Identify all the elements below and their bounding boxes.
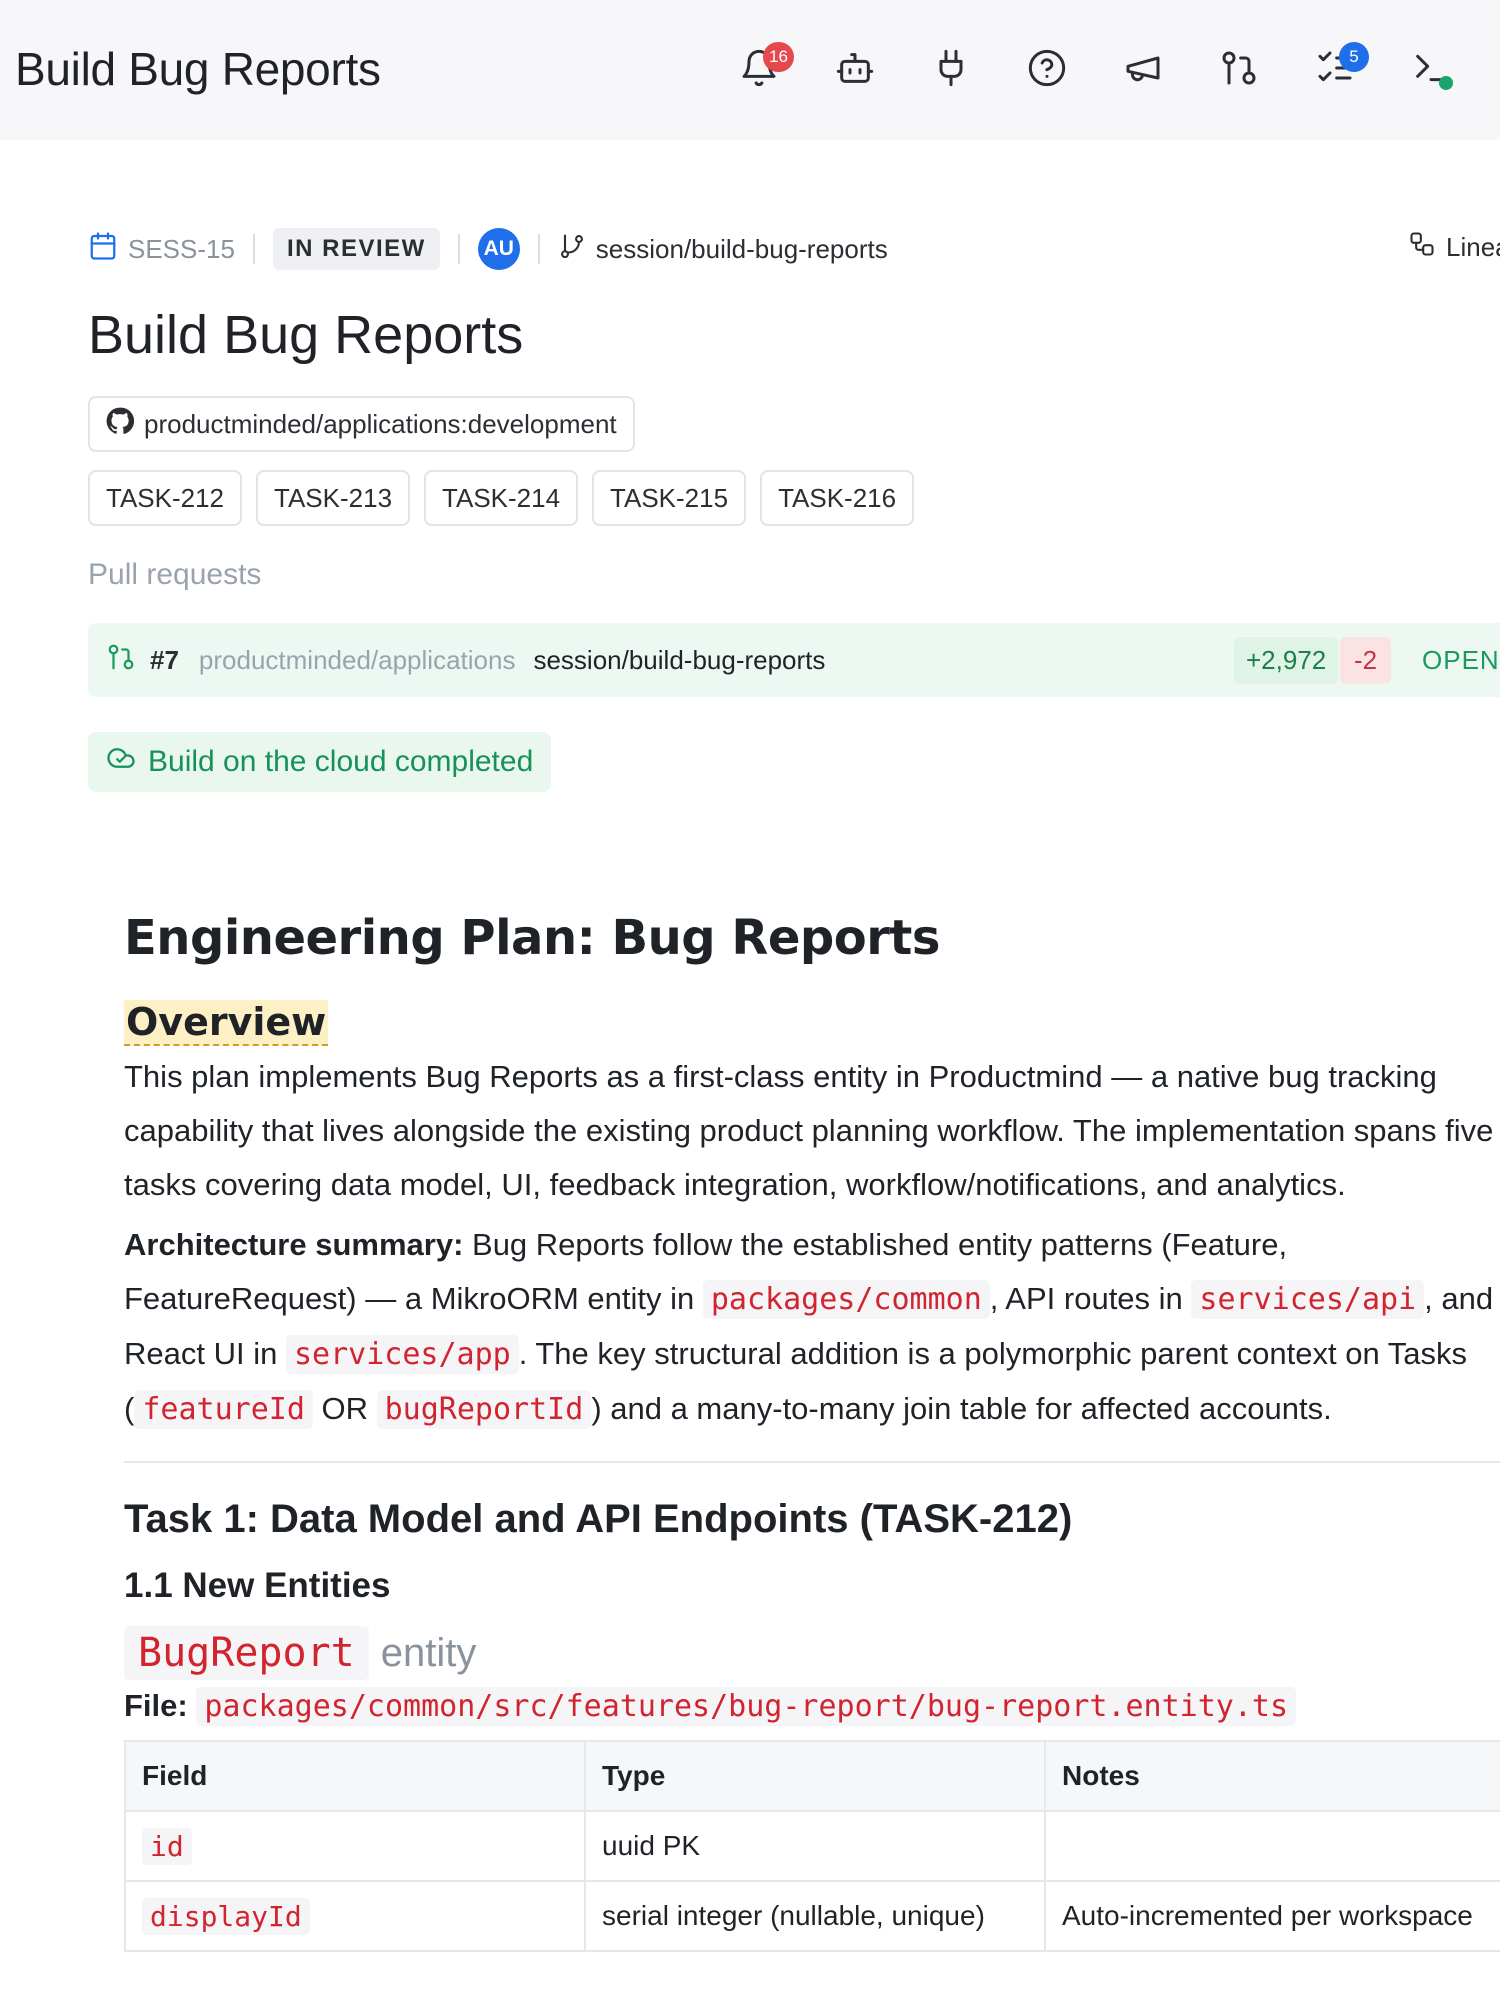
task-chip[interactable]: TASK-214 xyxy=(424,470,579,526)
column-header: Notes xyxy=(1044,1740,1500,1812)
github-icon xyxy=(106,407,135,442)
plug-icon xyxy=(931,48,971,93)
branch-name: session/build-bug-reports xyxy=(595,233,888,264)
divider xyxy=(457,234,460,264)
table-cell: displayId xyxy=(124,1880,586,1952)
help-icon xyxy=(1027,48,1067,93)
pr-additions: +2,972 xyxy=(1234,637,1339,684)
tasks-badge: 5 xyxy=(1339,42,1369,72)
linear-label: Linea xyxy=(1446,232,1500,262)
pull-requests-label: Pull requests xyxy=(88,558,262,591)
pr-repo: productminded/applications xyxy=(198,644,516,675)
avatar[interactable]: AU xyxy=(477,228,520,270)
doc-title: Engineering Plan: Bug Reports xyxy=(124,910,940,966)
repo-chip[interactable]: productminded/applications:development xyxy=(88,396,635,452)
inline-code: services/app xyxy=(285,1335,519,1374)
task-chip[interactable]: TASK-213 xyxy=(256,470,411,526)
task-chips: TASK-212 TASK-213 TASK-214 TASK-215 TASK… xyxy=(88,470,915,526)
table-cell: serial integer (nullable, unique) xyxy=(584,1880,1046,1952)
pr-deletions: -2 xyxy=(1340,637,1392,684)
pull-request-row[interactable]: #7 productminded/applications session/bu… xyxy=(88,623,1500,697)
overview-paragraph: This plan implements Bug Reports as a fi… xyxy=(124,1059,1494,1202)
pr-branch: session/build-bug-reports xyxy=(533,644,826,675)
table-row: id uuid PK xyxy=(124,1810,1500,1882)
branch-link[interactable]: session/build-bug-reports xyxy=(558,232,888,267)
architecture-text: , API routes in xyxy=(989,1281,1192,1316)
pull-requests-button[interactable] xyxy=(1207,38,1271,102)
section-heading: 1.1 New Entities xyxy=(124,1566,391,1605)
engineering-plan-document: Engineering Plan: Bug Reports Overview T… xyxy=(124,910,1500,1952)
overview-heading[interactable]: Overview xyxy=(124,1000,329,1046)
divider xyxy=(252,234,255,264)
table-cell: uuid PK xyxy=(584,1810,1046,1882)
task-chip[interactable]: TASK-216 xyxy=(760,470,915,526)
inline-code: featureId xyxy=(134,1390,313,1429)
table-row: displayId serial integer (nullable, uniq… xyxy=(124,1880,1500,1952)
pr-number: #7 xyxy=(150,644,179,675)
megaphone-icon xyxy=(1123,48,1163,93)
terminal-button[interactable] xyxy=(1399,38,1463,102)
build-status-label: Build on the cloud completed xyxy=(148,745,534,778)
app-title: Build Bug Reports xyxy=(15,43,381,95)
git-branch-icon xyxy=(558,232,586,267)
calendar-icon xyxy=(88,231,118,268)
architecture-label: Architecture summary: xyxy=(124,1227,464,1262)
notifications-button[interactable]: 16 xyxy=(727,38,794,102)
repo-name: productminded/applications:development xyxy=(144,408,617,439)
git-pull-request-icon xyxy=(106,642,136,679)
top-bar: Build Bug Reports 16 5 xyxy=(0,0,1500,140)
field-name: id xyxy=(142,1827,192,1865)
table-cell: Auto-incremented per workspace xyxy=(1044,1880,1500,1952)
status-badge[interactable]: IN REVIEW xyxy=(272,228,440,270)
inline-code: packages/common xyxy=(702,1280,990,1319)
linear-link[interactable]: Linea xyxy=(1408,230,1500,265)
architecture-text: OR xyxy=(312,1391,377,1426)
entity-name: BugReport xyxy=(124,1626,369,1680)
announcements-button[interactable] xyxy=(1111,38,1175,102)
file-path: packages/common/src/features/bug-report/… xyxy=(196,1687,1297,1726)
divider xyxy=(537,234,540,264)
git-pull-request-icon xyxy=(1219,48,1259,93)
link-icon xyxy=(1408,230,1436,265)
task-chip[interactable]: TASK-212 xyxy=(88,470,243,526)
architecture-paragraph: Architecture summary: Bug Reports follow… xyxy=(124,1218,1494,1437)
bot-icon xyxy=(835,48,875,93)
entity-heading: BugReport entity xyxy=(124,1626,1500,1680)
session-id-label: SESS-15 xyxy=(128,233,235,264)
pr-state: OPEN xyxy=(1422,645,1500,675)
column-header: Field xyxy=(124,1740,586,1812)
integrations-button[interactable] xyxy=(919,38,983,102)
column-header: Type xyxy=(584,1740,1046,1812)
session-id[interactable]: SESS-15 xyxy=(88,231,235,268)
divider xyxy=(124,1461,1500,1463)
build-status[interactable]: Build on the cloud completed xyxy=(88,732,552,792)
task-chip[interactable]: TASK-215 xyxy=(592,470,747,526)
field-name: displayId xyxy=(142,1897,310,1935)
session-meta-row: SESS-15 IN REVIEW AU session/build-bug-r… xyxy=(88,226,888,272)
task1-heading: Task 1: Data Model and API Endpoints (TA… xyxy=(124,1497,1073,1541)
inline-code: bugReportId xyxy=(376,1390,592,1429)
help-button[interactable] xyxy=(1015,38,1079,102)
table-cell: id xyxy=(124,1810,586,1882)
entity-fields-table: Field Type Notes id uuid PK displayId se… xyxy=(124,1740,1500,1952)
architecture-text: ) and a many-to-many join table for affe… xyxy=(591,1391,1332,1426)
entity-suffix: entity xyxy=(380,1630,477,1675)
file-path-line: File: packages/common/src/features/bug-r… xyxy=(124,1687,1500,1726)
page-title: Build Bug Reports xyxy=(88,305,524,365)
table-header-row: Field Type Notes xyxy=(124,1740,1500,1812)
notifications-badge: 16 xyxy=(763,42,794,72)
table-cell xyxy=(1044,1810,1500,1882)
cloud-check-icon xyxy=(106,743,136,781)
terminal-status-dot xyxy=(1439,76,1453,90)
assistant-button[interactable] xyxy=(823,38,887,102)
inline-code: services/api xyxy=(1191,1280,1425,1319)
file-label: File: xyxy=(124,1688,188,1723)
tasks-button[interactable]: 5 xyxy=(1303,38,1369,102)
